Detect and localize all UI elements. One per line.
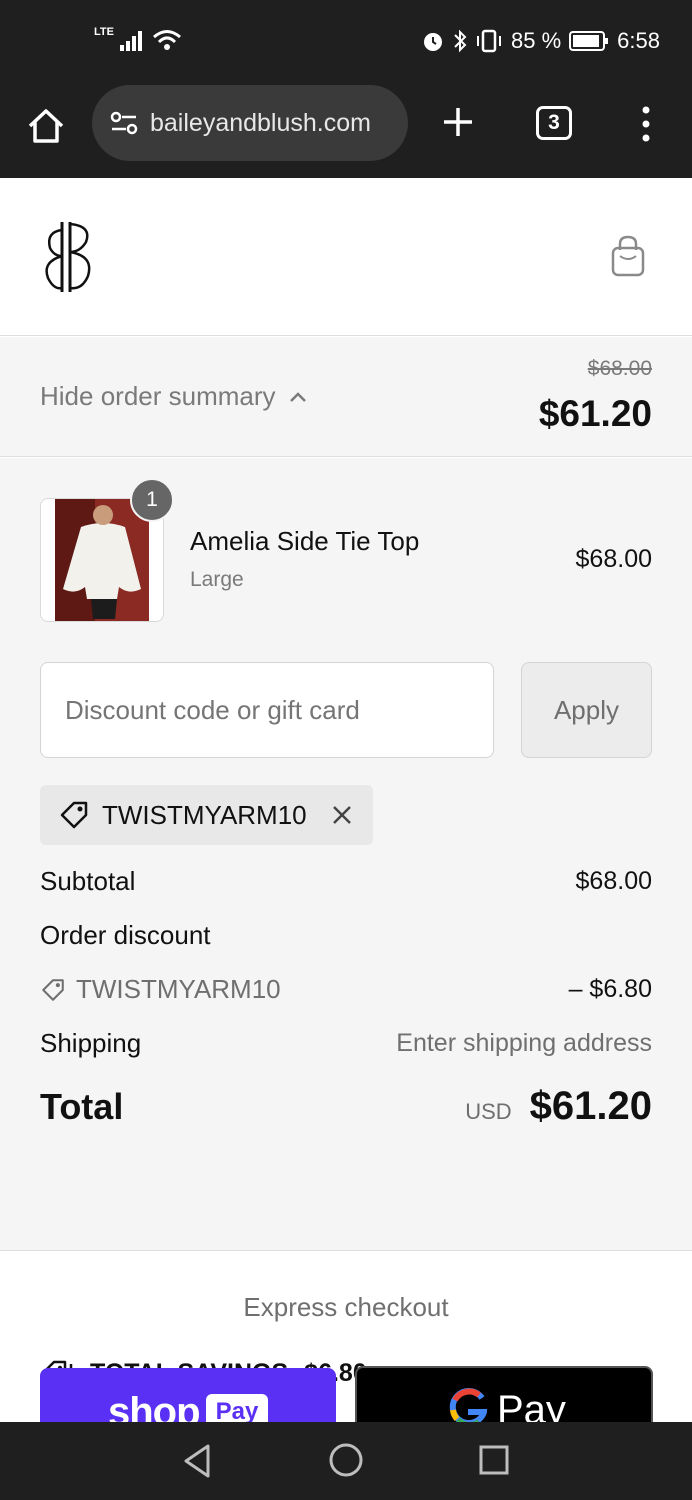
applied-discount-chip: TWISTMYARM10 (40, 785, 373, 845)
status-left: LTE (94, 26, 182, 52)
total-right: USD $61.20 (465, 1084, 652, 1129)
order-discount-row: Order discount (40, 920, 652, 951)
battery-icon (569, 31, 609, 51)
network-type: LTE (94, 26, 114, 38)
wifi-icon (153, 30, 181, 50)
product-variant: Large (190, 568, 244, 591)
back-icon[interactable] (180, 1442, 216, 1480)
product-name: Amelia Side Tie Top (190, 526, 420, 556)
tag-icon (60, 801, 88, 829)
apply-button[interactable]: Apply (521, 662, 652, 758)
discount-code-input[interactable] (40, 662, 494, 758)
tag-icon (42, 978, 64, 1001)
recent-apps-icon[interactable] (478, 1444, 510, 1476)
clock: 6:58 (617, 28, 660, 53)
shop-pay-badge: Pay (206, 1394, 268, 1422)
google-pay-button[interactable]: Pay (355, 1366, 653, 1422)
order-summary: 1 Amelia Side Tie Top Large $68.00 Apply… (0, 458, 692, 1387)
url-text: baileyandblush.com (150, 108, 371, 137)
tab-switcher-button[interactable]: 3 (536, 106, 572, 140)
shipping-label: Shipping (40, 1028, 142, 1058)
signal-icon (119, 31, 142, 51)
subtotal-label: Subtotal (40, 866, 136, 896)
applied-code-text: TWISTMYARM10 (102, 799, 307, 830)
order-discount-label: Order discount (40, 920, 211, 950)
status-bar: LTE 85 % 6:58 (0, 0, 692, 84)
battery-percent: 85 % (511, 28, 562, 53)
chevron-up-icon (289, 391, 306, 402)
shipping-value: Enter shipping address (396, 1029, 652, 1057)
new-tab-icon[interactable] (436, 100, 480, 144)
hide-order-summary-label: Hide order summary (40, 381, 276, 411)
total-label: Total (40, 1085, 124, 1127)
vibrate-icon (477, 29, 502, 53)
original-price: $68.00 (587, 357, 652, 380)
discount-code-label: TWISTMYARM10 (76, 974, 281, 1004)
toggle-label-wrap: Hide order summary (40, 381, 308, 412)
currency-label: USD (465, 1099, 512, 1124)
order-summary-toggle[interactable]: Hide order summary $68.00 $61.20 (0, 337, 692, 457)
shopping-bag-icon[interactable] (608, 234, 648, 278)
express-checkout-heading: Express checkout (243, 1292, 449, 1322)
discounted-price: $61.20 (538, 393, 652, 434)
alarm-icon (424, 33, 443, 51)
subtotal-value: $68.00 (575, 867, 652, 895)
site-settings-icon[interactable] (108, 107, 140, 139)
product-price: $68.00 (575, 545, 652, 573)
discount-value: – $6.80 (568, 975, 652, 1003)
subtotal-row: Subtotal $68.00 (40, 866, 652, 897)
shop-pay-button[interactable]: shop Pay (40, 1368, 336, 1422)
bb-monogram-logo[interactable] (40, 218, 98, 296)
discount-code-row: TWISTMYARM10 – $6.80 (40, 974, 652, 1005)
total-value: $61.20 (529, 1084, 652, 1128)
checkout-page: Hide order summary $68.00 $61.20 1 Ameli… (0, 178, 692, 1422)
store-header (0, 178, 692, 336)
home-icon[interactable] (24, 104, 68, 148)
shipping-row: Shipping Enter shipping address (40, 1028, 652, 1059)
more-menu-icon[interactable] (636, 102, 656, 146)
google-g-icon (449, 1388, 487, 1422)
system-navigation-bar (0, 1422, 692, 1500)
status-right: 85 % 6:58 (421, 28, 660, 54)
discount-code-wrap: TWISTMYARM10 (40, 974, 281, 1005)
shop-pay-word: shop (108, 1390, 201, 1422)
quantity-badge: 1 (130, 478, 174, 522)
google-pay-word: Pay (497, 1388, 566, 1422)
home-nav-icon[interactable] (328, 1442, 364, 1478)
total-row: Total USD $61.20 (40, 1084, 652, 1129)
address-bar[interactable]: baileyandblush.com (92, 85, 408, 161)
bluetooth-icon (454, 29, 467, 53)
browser-toolbar: baileyandblush.com 3 (0, 84, 692, 178)
remove-code-icon[interactable] (329, 802, 355, 828)
